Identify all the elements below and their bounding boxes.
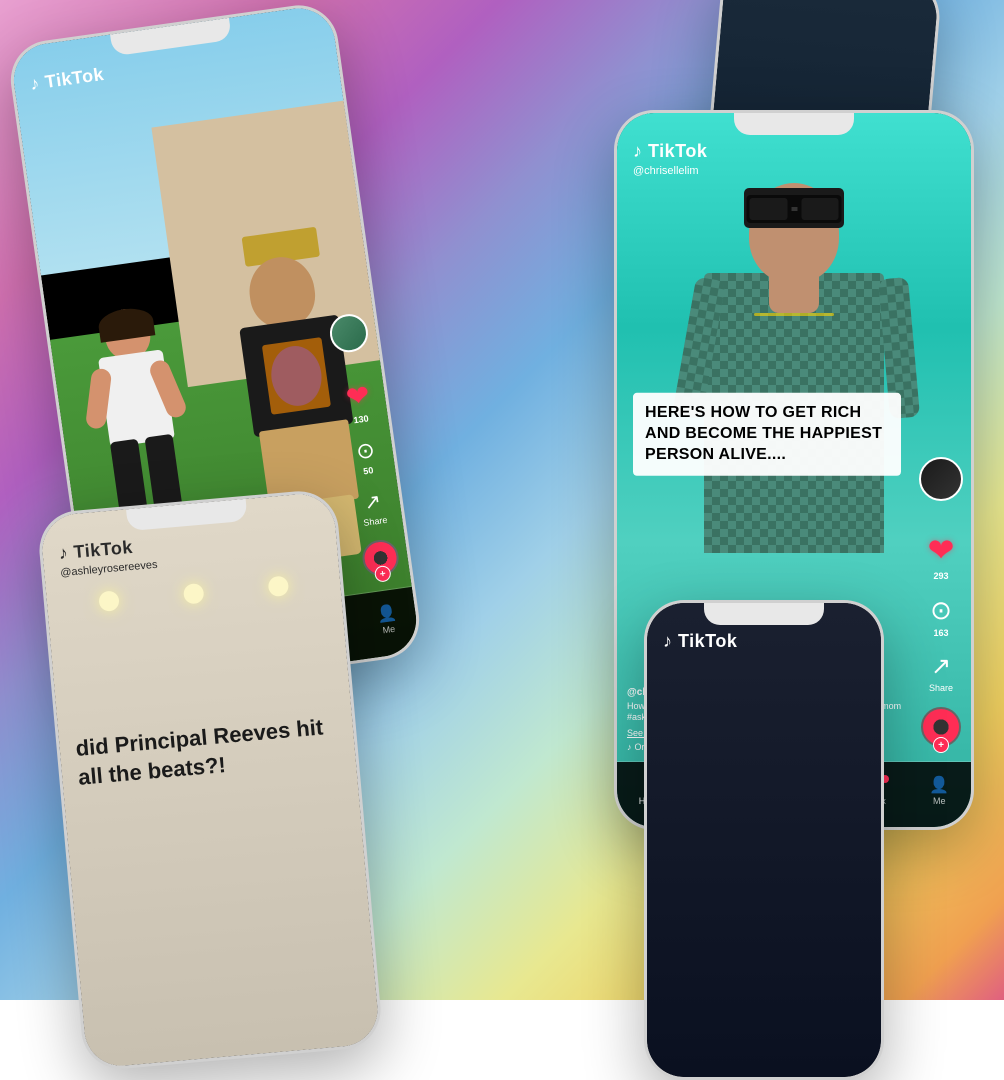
phone-3-nav-me-label: Me bbox=[933, 796, 946, 806]
phone-3-comment-count: 163 bbox=[933, 628, 948, 638]
phone-5-video bbox=[647, 603, 881, 1077]
phone-3-notch bbox=[734, 113, 854, 135]
ceiling-lights bbox=[46, 571, 341, 617]
share-icon: ↗ bbox=[931, 652, 951, 681]
comment-icon: ⊙ bbox=[355, 437, 377, 465]
phone-4-tiktok-icon: ♪ bbox=[58, 543, 69, 565]
phone-1-comment[interactable]: ⊙ 50 bbox=[355, 437, 379, 477]
phone-5-tiktok-icon: ♪ bbox=[663, 631, 672, 652]
avatar-circle bbox=[328, 312, 371, 355]
phone-1-like-count: 130 bbox=[353, 413, 369, 425]
phone-3-tiktok-icon: ♪ bbox=[633, 141, 642, 162]
profile-icon: 👤 bbox=[929, 778, 949, 794]
phone-3-tiktok-header: ♪ TikTok bbox=[633, 141, 707, 162]
light-2 bbox=[183, 583, 205, 605]
phone-1-avatar[interactable]: + bbox=[328, 312, 371, 355]
heart-icon: ❤ bbox=[928, 531, 955, 569]
phone-1-like[interactable]: ❤ 130 bbox=[344, 378, 374, 426]
follow-plus: + bbox=[933, 737, 949, 753]
phone-3-username: @chrisellelim bbox=[633, 165, 699, 177]
phone-4: ♪ TikTok @ashleyrosereeves did Principal… bbox=[36, 488, 384, 1072]
phone-3-like-count: 293 bbox=[933, 571, 948, 581]
light-1 bbox=[99, 590, 121, 612]
phone-4-screen: ♪ TikTok @ashleyrosereeves did Principal… bbox=[39, 491, 380, 1069]
heart-icon: ❤ bbox=[344, 378, 372, 414]
phone-5-screen: ♪ TikTok bbox=[647, 603, 881, 1077]
phone-1-share[interactable]: ↗ Share bbox=[359, 488, 388, 528]
light-3 bbox=[267, 576, 289, 598]
phone-5-tiktok-header: ♪ TikTok bbox=[663, 631, 737, 652]
phone-3-tiktok-name: TikTok bbox=[648, 141, 707, 162]
comment-icon: ⊙ bbox=[930, 595, 952, 626]
phone-3-comment[interactable]: ⊙ 163 bbox=[930, 595, 952, 638]
phone-1-share-label: Share bbox=[363, 515, 388, 528]
phone-3-avatar[interactable]: + bbox=[919, 457, 963, 501]
phone-1-comment-count: 50 bbox=[363, 465, 374, 476]
phone-1-tiktok-icon: ♪ bbox=[29, 73, 41, 95]
phone-3-share-label: Share bbox=[929, 683, 953, 693]
phone-3-actions: + ❤ 293 ⊙ 163 ↗ Share bbox=[919, 457, 963, 747]
phone-1-nav-me[interactable]: 👤 Me bbox=[376, 605, 400, 636]
phone-3-main-text: HERE'S HOW TO GET RICH AND BECOME THE HA… bbox=[633, 393, 901, 475]
phone-3-text-overlay: HERE'S HOW TO GET RICH AND BECOME THE HA… bbox=[633, 393, 901, 475]
music-note-icon: ♪ bbox=[627, 742, 632, 752]
phone-5-tiktok-name: TikTok bbox=[678, 631, 737, 652]
phone-3-nav-me[interactable]: 👤 Me bbox=[929, 778, 949, 806]
phone-5: ♪ TikTok bbox=[644, 600, 884, 1080]
phone-3-like[interactable]: ❤ 293 bbox=[928, 531, 955, 581]
phone-3-share[interactable]: ↗ Share bbox=[929, 652, 953, 693]
phone-5-notch bbox=[704, 603, 824, 625]
avatar-circle bbox=[919, 457, 963, 501]
phone-1-nav-me-label: Me bbox=[382, 624, 396, 636]
profile-icon: 👤 bbox=[376, 605, 398, 624]
share-icon: ↗ bbox=[363, 488, 383, 515]
